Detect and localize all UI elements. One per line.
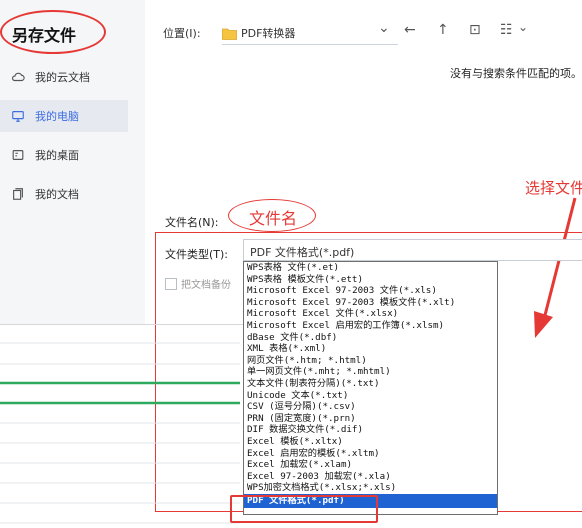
up-arrow-icon[interactable]: ↑ (437, 22, 449, 38)
filetype-option[interactable]: WPS表格 文件(*.et) (244, 262, 497, 274)
filetype-option[interactable]: Microsoft Excel 97-2003 文件(*.xls) (244, 285, 497, 297)
sidebar-item-label: 我的云文档 (35, 71, 90, 84)
filetype-option[interactable]: WPS加密文档格式(*.xlsx;*.xls) (244, 482, 497, 494)
empty-list-message: 没有与搜索条件匹配的项。 (450, 67, 582, 80)
filetype-label: 文件类型(T): (165, 248, 229, 261)
filetype-option[interactable]: Excel 模板(*.xltx) (244, 436, 497, 448)
sidebar-item-cloud-docs[interactable]: 我的云文档 (0, 61, 128, 93)
sidebar-item-label: 我的电脑 (35, 110, 79, 123)
background-spreadsheet (0, 342, 240, 524)
sidebar-item-desktop[interactable]: 我的桌面 (0, 139, 128, 171)
filetype-option[interactable]: Microsoft Excel 启用宏的工作簿(*.xlsm) (244, 320, 497, 332)
backup-label: 把文档备份 (181, 280, 231, 291)
filetype-option[interactable]: Microsoft Excel 文件(*.xlsx) (244, 308, 497, 320)
view-mode-icon[interactable]: ☷ (500, 22, 513, 38)
filetype-option[interactable]: CSV (逗号分隔)(*.csv) (244, 401, 497, 413)
filetype-option[interactable]: 单一网页文件(*.mht; *.mhtml) (244, 366, 497, 378)
location-dropdown-chevron-icon[interactable]: ⌄ (378, 20, 390, 36)
sidebar-item-label: 我的桌面 (35, 149, 79, 162)
sidebar-item-documents[interactable]: 我的文档 (0, 178, 128, 210)
cloud-icon (10, 70, 26, 84)
filename-annotation: 文件名 (249, 209, 298, 228)
new-folder-icon[interactable]: ⊡ (469, 22, 481, 38)
filetype-option[interactable]: WPS表格 模板文件(*.ett) (244, 274, 497, 286)
desktop-icon (10, 148, 26, 162)
back-arrow-icon[interactable]: ← (404, 22, 416, 38)
location-label: 位置(I): (163, 27, 201, 40)
filetype-option[interactable]: Excel 97-2003 加载宏(*.xla) (244, 471, 497, 483)
pdf-option-annotation-box (230, 495, 378, 523)
documents-icon (10, 187, 26, 201)
backup-checkbox[interactable] (165, 278, 177, 290)
filetype-option[interactable]: XML 表格(*.xml) (244, 343, 497, 355)
filetype-option[interactable]: 网页文件(*.htm; *.html) (244, 355, 497, 367)
filetype-option[interactable]: DIF 数据交换文件(*.dif) (244, 424, 497, 436)
filetype-dropdown-list: WPS表格 文件(*.et) WPS表格 模板文件(*.ett) Microso… (243, 261, 498, 515)
filetype-select[interactable]: PDF 文件格式(*.pdf) (243, 239, 582, 261)
location-select[interactable]: PDF转换器 (241, 25, 295, 41)
filetype-option[interactable]: Unicode 文本(*.txt) (244, 390, 497, 402)
sidebar-item-label: 我的文档 (35, 188, 79, 201)
filename-label: 文件名(N): (165, 216, 219, 229)
filetype-option[interactable]: Microsoft Excel 97-2003 模板文件(*.xlt) (244, 297, 497, 309)
monitor-icon (10, 109, 26, 123)
folder-icon (222, 25, 237, 40)
filetype-option[interactable]: dBase 文件(*.dbf) (244, 332, 497, 344)
view-mode-chevron-icon[interactable]: ⌄ (518, 20, 528, 34)
sidebar-item-my-computer[interactable]: 我的电脑 (0, 100, 128, 132)
title-annotation-circle (0, 10, 106, 54)
filetype-option[interactable]: Excel 加载宏(*.xlam) (244, 459, 497, 471)
filetype-option[interactable]: PRN (固定宽度)(*.prn) (244, 413, 497, 425)
filetype-option[interactable]: Excel 启用宏的模板(*.xltm) (244, 448, 497, 460)
location-underline (222, 44, 398, 45)
filetype-option[interactable]: 文本文件(制表符分隔)(*.txt) (244, 378, 497, 390)
